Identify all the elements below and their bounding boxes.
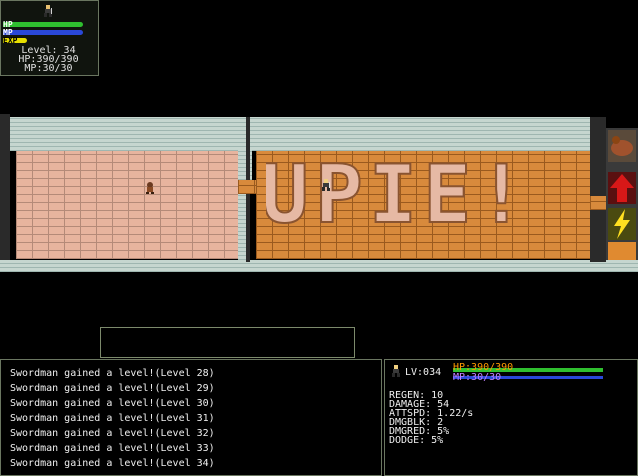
message-box bbox=[100, 327, 355, 358]
character-stats-panel: LV:034 HP:390/390 MP:30/30 REGEN: 10 DAM… bbox=[384, 359, 638, 476]
character-mp-text: MP:30/30 bbox=[453, 372, 502, 383]
mp-text: MP:30/30 bbox=[24, 63, 73, 74]
combat-log[interactable]: Swordman gained a level!(Level 28) Sword… bbox=[0, 359, 382, 476]
doorway-floor[interactable] bbox=[238, 180, 258, 194]
exp-bar-label: EXP bbox=[3, 36, 18, 45]
left-room-floor[interactable] bbox=[16, 151, 238, 259]
dungeon-map[interactable]: UPIE! bbox=[0, 114, 638, 276]
log-line: Swordman gained a level!(Level 31) bbox=[10, 413, 215, 424]
top-wall-left-room bbox=[10, 117, 246, 151]
left-wall-edge bbox=[0, 114, 10, 264]
log-line: Swordman gained a level!(Level 33) bbox=[10, 443, 215, 454]
east-doorway-floor[interactable] bbox=[590, 196, 606, 210]
hp-bar bbox=[3, 22, 83, 27]
swordsman-portrait-icon bbox=[392, 365, 400, 377]
power-up-arrow-skill-icon bbox=[610, 174, 634, 202]
floor-lettering: UPIE! bbox=[266, 150, 526, 234]
status-panel: HP MP EXP Level: 34 HP:390/390 MP:30/30 bbox=[0, 0, 99, 76]
lightning-skill-icon bbox=[614, 209, 630, 239]
stat-dodge: DODGE: 5% bbox=[389, 435, 444, 446]
bottom-wall bbox=[0, 260, 638, 272]
skill-slot-3[interactable] bbox=[608, 208, 636, 240]
log-line: Swordman gained a level!(Level 28) bbox=[10, 368, 215, 379]
log-line: Swordman gained a level!(Level 30) bbox=[10, 398, 215, 409]
log-line: Swordman gained a level!(Level 32) bbox=[10, 428, 215, 439]
summon-beast-skill-icon bbox=[611, 136, 633, 156]
mp-bar bbox=[3, 30, 83, 35]
top-wall-right-room bbox=[250, 117, 590, 151]
swordsman-player-icon[interactable] bbox=[319, 178, 333, 192]
log-line: Swordman gained a level!(Level 29) bbox=[10, 383, 215, 394]
skill-slot-empty[interactable] bbox=[608, 242, 636, 260]
floor-lettering-text: UPIE! bbox=[266, 150, 526, 234]
right-wall-edge bbox=[590, 117, 606, 262]
goblin-enemy-icon[interactable] bbox=[143, 180, 157, 194]
skill-bar bbox=[606, 128, 638, 260]
character-level: LV:034 bbox=[405, 367, 442, 378]
log-line: Swordman gained a level!(Level 34) bbox=[10, 458, 215, 469]
swordsman-portrait-icon bbox=[44, 5, 52, 17]
skill-slot-1[interactable] bbox=[608, 130, 636, 162]
skill-slot-2[interactable] bbox=[608, 172, 636, 204]
